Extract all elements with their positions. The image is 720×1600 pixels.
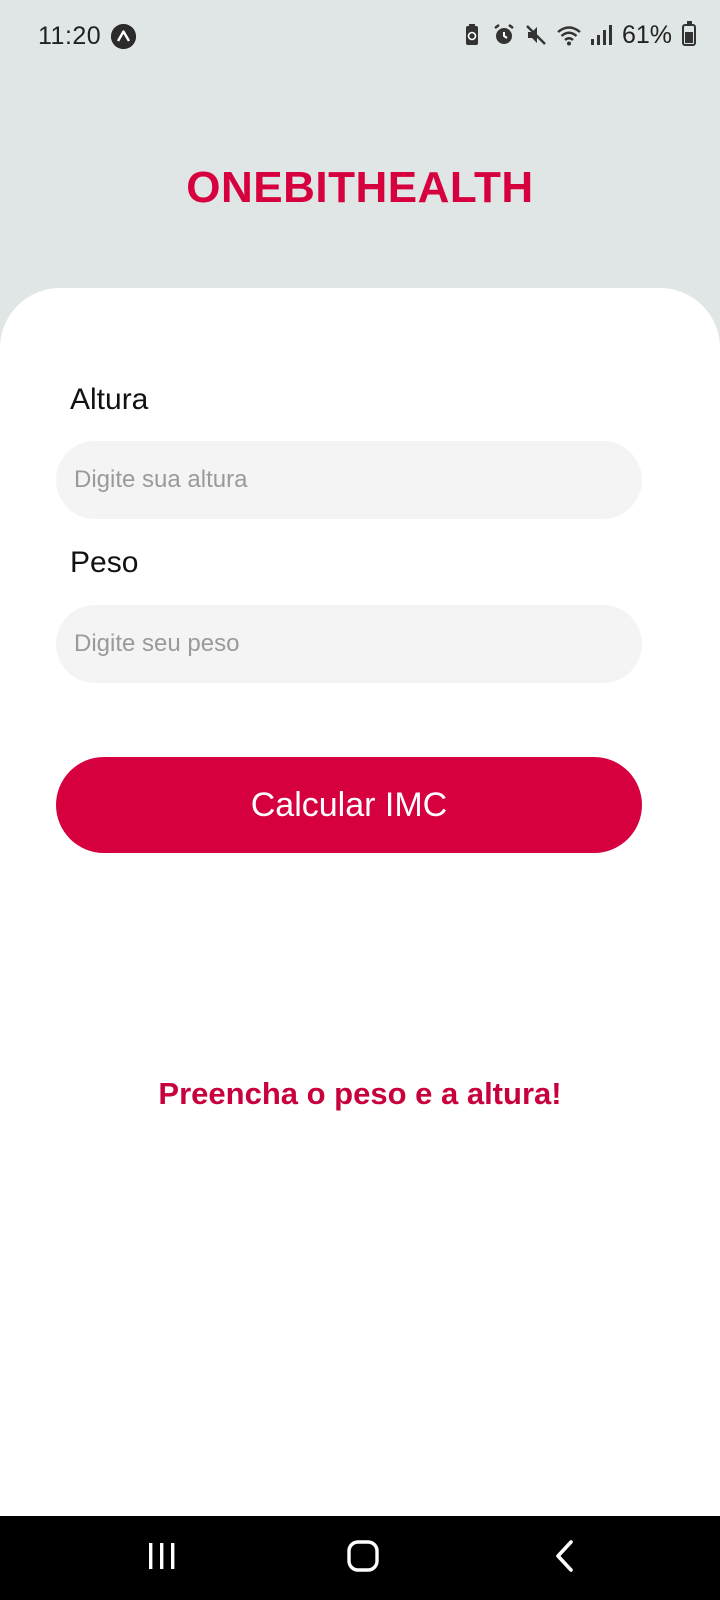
back-button[interactable] (535, 1536, 595, 1580)
battery-icon (682, 21, 696, 46)
back-icon (553, 1539, 577, 1578)
status-time: 11:20 (38, 22, 102, 50)
signal-icon (588, 23, 612, 47)
height-label: Altura (70, 383, 149, 416)
mute-icon (524, 23, 548, 47)
battery-percentage: 61% (621, 20, 672, 49)
battery-saver-icon (460, 23, 484, 47)
alarm-icon (492, 23, 516, 47)
home-button[interactable] (333, 1536, 393, 1580)
home-icon (346, 1539, 380, 1578)
wifi-icon (556, 23, 581, 47)
system-nav-bar (0, 1516, 720, 1600)
result-message: Preencha o peso e a altura! (158, 1076, 562, 1111)
status-bar: 11:20 61% (0, 0, 720, 72)
recents-icon (146, 1541, 178, 1576)
weight-input[interactable] (56, 605, 642, 683)
recents-button[interactable] (132, 1536, 192, 1580)
weight-label: Peso (70, 546, 139, 579)
app-title: ONEBITHEALTH (186, 163, 534, 212)
calculate-bmi-button[interactable]: Calcular IMC (56, 757, 642, 853)
height-input[interactable] (56, 441, 642, 519)
app-screen: 11:20 61% ONEBITHEALTH Altura Digite sua… (0, 0, 720, 1600)
form-card: Altura Peso Calcular IMC Preencha o peso… (0, 288, 720, 1516)
status-icons: 61% (460, 20, 696, 50)
expo-icon (111, 24, 136, 49)
